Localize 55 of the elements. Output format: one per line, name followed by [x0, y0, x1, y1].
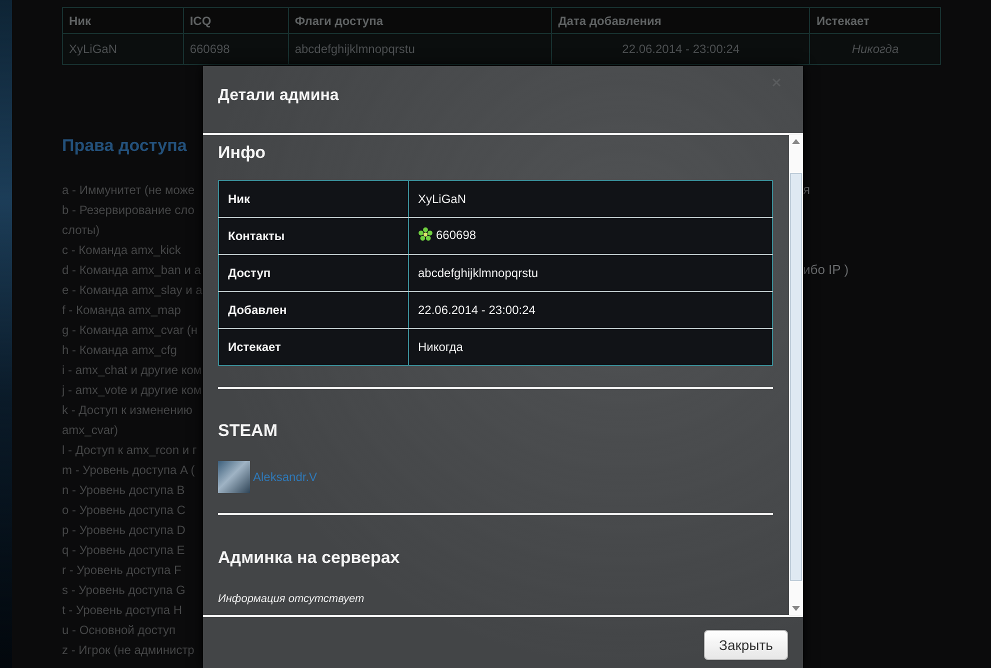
field-label: Истекает — [218, 328, 408, 366]
table-header-cell: ICQ — [183, 8, 288, 34]
field-label: Контакты — [218, 218, 408, 254]
rights-line: g - Команда amx_cvar (н — [62, 323, 198, 337]
rights-line: q - Уровень доступа E — [62, 543, 185, 557]
scrollbar[interactable] — [789, 135, 803, 615]
field-value: Никогда — [408, 328, 772, 366]
table-cell: abcdefghijklmnopqrstu — [288, 34, 552, 64]
close-button[interactable]: Закрыть — [704, 630, 788, 660]
modal-title: Детали админа — [218, 86, 339, 106]
table-header-cell: Флаги доступа — [288, 8, 552, 34]
avatar-placeholder — [218, 461, 250, 493]
table-header-cell: Истекает — [810, 8, 940, 34]
rights-line: b - Резервирование сло — [62, 203, 194, 217]
section-heading: Права доступа — [62, 136, 187, 156]
rights-line: я — [803, 181, 810, 199]
table-cell: 660698 — [183, 34, 288, 64]
rights-line: a - Иммунитет (не може — [62, 183, 195, 197]
field-value: XyLiGaN — [408, 180, 772, 218]
rights-line: c - Команда amx_kick — [62, 243, 181, 257]
rights-line: t - Уровень доступа H — [62, 603, 182, 617]
empty-note: Информация отсутствует — [218, 592, 366, 606]
rights-line: o - Уровень доступа C — [62, 503, 186, 517]
rights-line: p - Уровень доступа D — [62, 523, 186, 537]
rights-line: m - Уровень доступа A ( — [62, 463, 195, 477]
field-label: Ник — [218, 180, 408, 218]
field-value: abcdefghijklmnopqrstu — [408, 254, 772, 292]
rights-line: k - Доступ к изменению — [62, 403, 192, 417]
table-header-cell: Ник — [62, 8, 184, 34]
rights-line: ибо IP ) — [803, 261, 849, 279]
rights-line: f - Команда amx_map — [62, 303, 181, 317]
field-value: 660698 — [408, 218, 772, 254]
rights-line: z - Игрок (не администр — [62, 643, 194, 657]
rights-line: r - Уровень доступа F — [62, 563, 182, 577]
section-heading: Инфо — [218, 142, 267, 164]
rights-line: s - Уровень доступа G — [62, 583, 186, 597]
rights-line: слоты) — [62, 223, 100, 237]
section-heading: Админка на серверах — [218, 547, 401, 569]
rights-line: n - Уровень доступа B — [62, 483, 185, 497]
flower-icon — [418, 227, 433, 242]
field-label: Добавлен — [218, 292, 408, 328]
rights-line: amx_cvar) — [62, 423, 118, 437]
table-cell: XyLiGaN — [62, 34, 184, 64]
section-heading: STEAM — [218, 420, 278, 442]
table-cell: 22.06.2014 - 23:00:24 — [552, 34, 810, 64]
field-value: 22.06.2014 - 23:00:24 — [408, 292, 772, 328]
table-header-cell: Дата добавления — [552, 8, 810, 34]
field-label: Доступ — [218, 254, 408, 292]
rights-line: j - amx_vote и другие ком — [62, 383, 202, 397]
scroll-down-arrow-icon[interactable] — [792, 606, 800, 611]
rights-line: u - Основной доступ — [62, 623, 176, 637]
scroll-up-arrow-icon[interactable] — [792, 139, 800, 144]
rights-line: h - Команда amx_cfg — [62, 343, 177, 357]
rights-line: i - amx_chat и другие ком — [62, 363, 202, 377]
table-cell: Никогда — [810, 34, 940, 64]
